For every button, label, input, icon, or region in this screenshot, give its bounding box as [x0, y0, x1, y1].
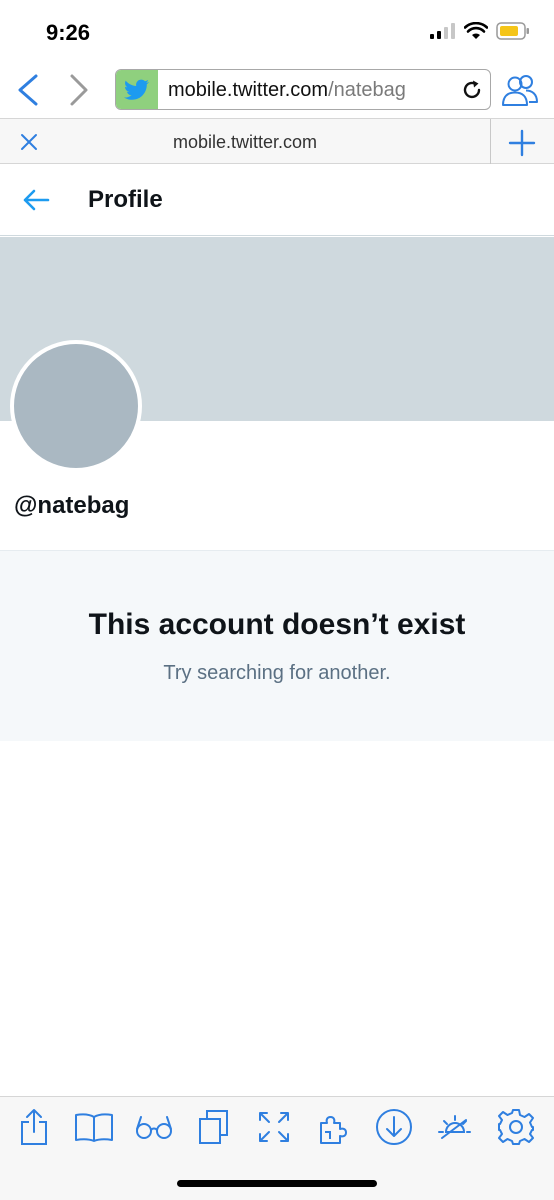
profiles-users-icon[interactable] [500, 72, 540, 110]
url-host: mobile.twitter.com [168, 79, 329, 101]
settings-gear-icon[interactable] [494, 1105, 538, 1149]
night-mode-icon[interactable] [432, 1105, 476, 1149]
status-time: 9:26 [46, 20, 91, 45]
url-bar[interactable]: mobile.twitter.com/natebag [115, 69, 491, 110]
reader-glasses-icon[interactable] [132, 1105, 176, 1149]
download-icon[interactable] [372, 1105, 416, 1149]
browser-nav-row: mobile.twitter.com/natebag [0, 60, 554, 118]
forward-chevron-icon[interactable] [62, 70, 94, 110]
new-tab-plus-icon[interactable] [508, 129, 536, 157]
fullscreen-icon[interactable] [252, 1105, 296, 1149]
home-indicator[interactable] [177, 1180, 377, 1187]
status-bar: 9:26 [0, 0, 554, 60]
profile-handle: @natebag [14, 492, 130, 519]
page-title: Profile [88, 186, 163, 213]
wifi-icon [464, 22, 488, 39]
empty-state: This account doesn’t exist Try searching… [0, 550, 554, 741]
tab-title[interactable]: mobile.twitter.com [0, 132, 490, 153]
signal-icon [430, 23, 455, 39]
back-chevron-icon[interactable] [12, 70, 44, 110]
empty-state-title: This account doesn’t exist [88, 608, 466, 641]
twitter-bird-icon [116, 70, 158, 109]
url-text: mobile.twitter.com/natebag [168, 79, 406, 102]
tab-divider [490, 119, 491, 164]
profile-header: Profile [0, 164, 554, 236]
reload-icon[interactable] [460, 78, 484, 102]
url-path: /natebag [328, 79, 406, 101]
tabs-copy-icon[interactable] [192, 1105, 236, 1149]
back-arrow-icon[interactable] [22, 188, 50, 212]
tab-row: mobile.twitter.com [0, 118, 554, 164]
status-icons [430, 22, 530, 40]
extensions-puzzle-icon[interactable] [312, 1105, 356, 1149]
battery-icon [496, 22, 529, 40]
share-icon[interactable] [12, 1105, 56, 1149]
empty-state-subtitle: Try searching for another. [163, 662, 391, 684]
avatar [10, 340, 142, 472]
bookmarks-icon[interactable] [72, 1105, 116, 1149]
